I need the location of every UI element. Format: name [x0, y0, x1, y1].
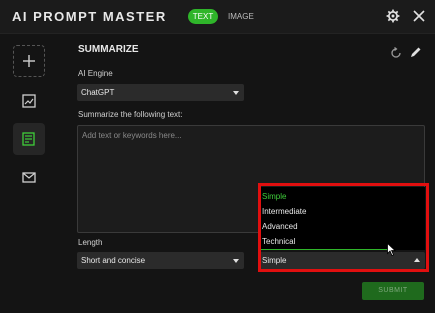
sidebar-add-button[interactable] — [13, 45, 45, 77]
input-label: Summarize the following text: — [78, 110, 183, 119]
sidebar — [0, 34, 64, 313]
text-input-placeholder: Add text or keywords here... — [82, 131, 182, 140]
length-label: Length — [78, 238, 103, 247]
text-summarize-icon — [22, 132, 35, 146]
highlight-box — [258, 183, 429, 272]
tab-image[interactable]: IMAGE — [228, 9, 254, 24]
ai-engine-label: AI Engine — [78, 69, 113, 78]
edit-icon[interactable] — [410, 46, 422, 58]
section-title: SUMMARIZE — [78, 44, 139, 55]
gear-icon[interactable] — [386, 9, 400, 23]
mail-icon — [22, 172, 36, 183]
sidebar-item-summarize[interactable] — [13, 123, 45, 155]
title-bar: AI PROMPT MASTER TEXT IMAGE — [0, 0, 435, 34]
plus-icon — [23, 55, 35, 67]
submit-button[interactable]: SUBMIT — [362, 282, 424, 300]
ai-engine-value: ChatGPT — [81, 88, 115, 97]
sidebar-item-image-edit[interactable] — [13, 85, 45, 117]
chevron-down-icon — [233, 91, 239, 95]
tab-text[interactable]: TEXT — [188, 9, 218, 24]
chevron-down-icon — [233, 259, 239, 263]
reset-icon[interactable] — [390, 47, 402, 59]
length-select[interactable]: Short and concise — [77, 252, 244, 269]
app-title: AI PROMPT MASTER — [12, 9, 167, 24]
length-value: Short and concise — [81, 256, 146, 265]
image-edit-icon — [22, 94, 36, 108]
sidebar-item-mail[interactable] — [13, 161, 45, 193]
close-icon[interactable] — [413, 10, 425, 22]
mouse-cursor-icon — [387, 243, 396, 256]
ai-engine-select[interactable]: ChatGPT — [77, 84, 244, 101]
